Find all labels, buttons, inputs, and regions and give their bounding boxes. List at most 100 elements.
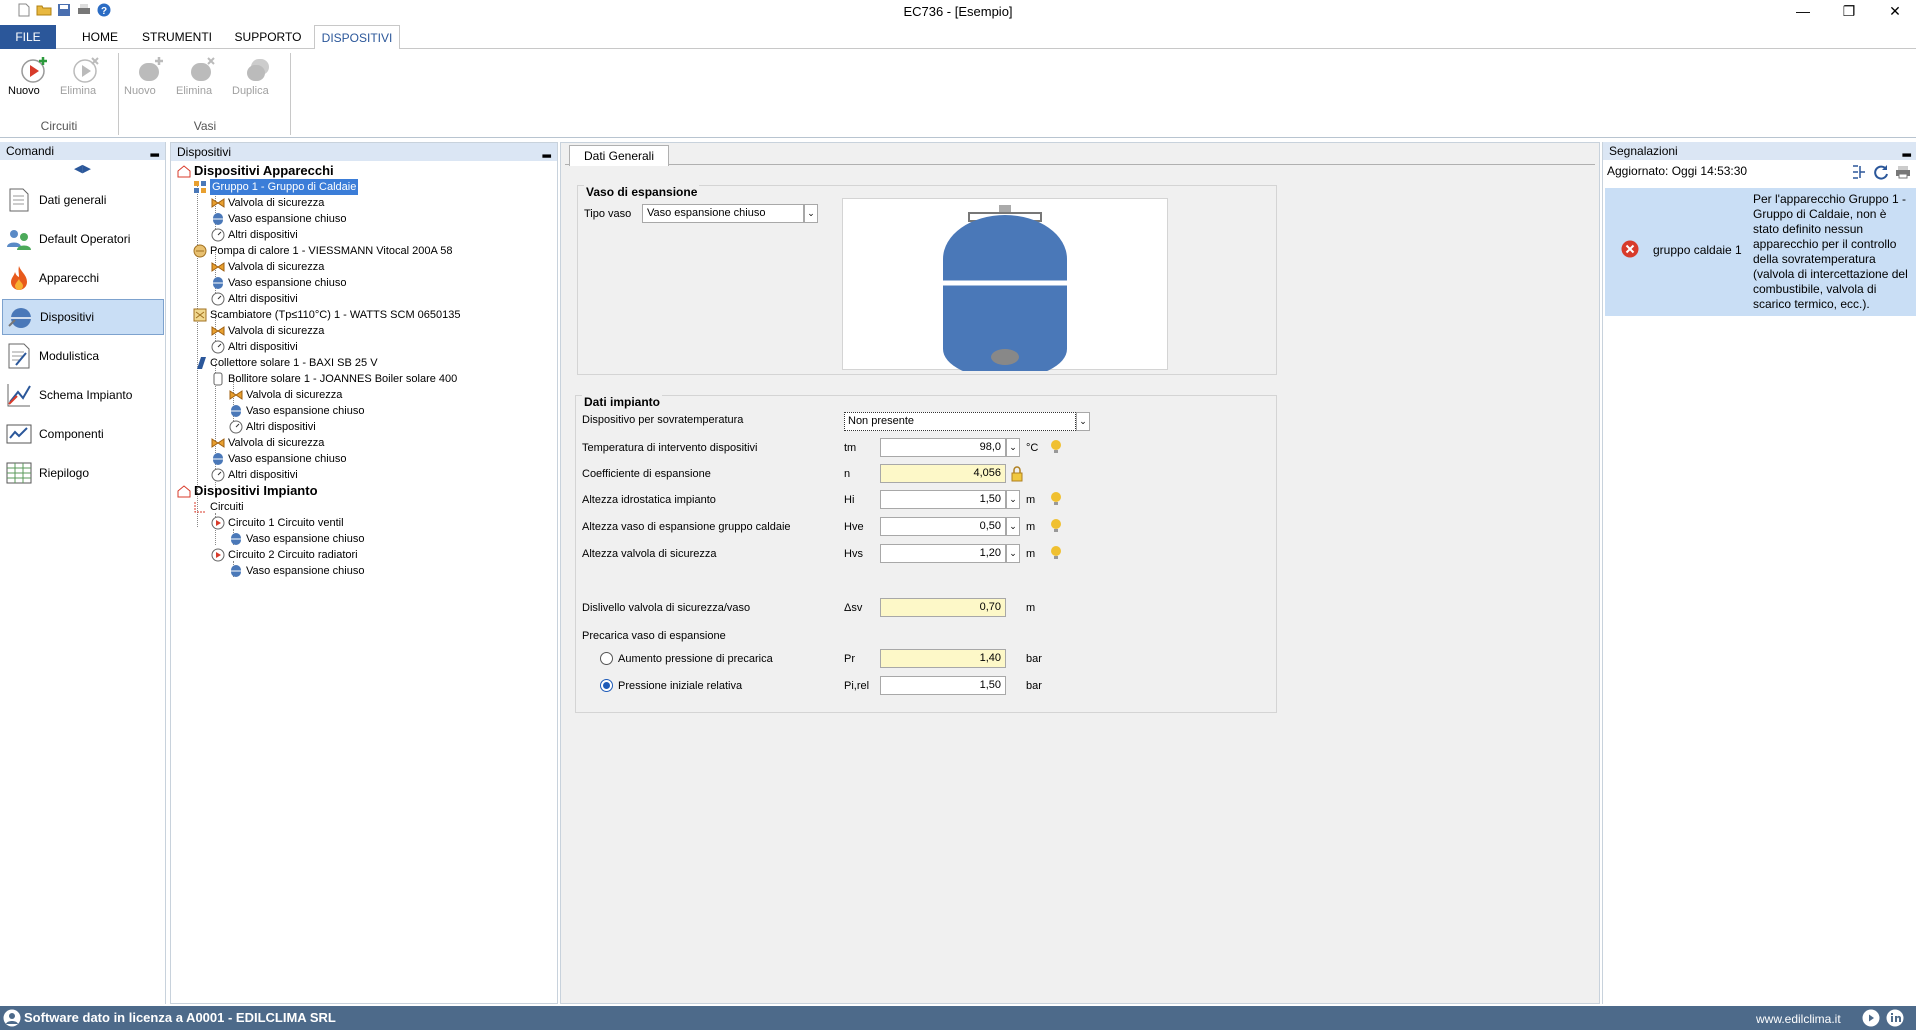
tm-input[interactable]: 98,0 xyxy=(880,438,1006,457)
tab-file[interactable]: FILE xyxy=(0,25,56,49)
radio-pressione-iniziale[interactable] xyxy=(600,679,613,692)
close-button[interactable]: ✕ xyxy=(1872,0,1916,22)
chevron-down-icon[interactable]: ⌄ xyxy=(1006,438,1020,457)
tree-node-collettore-solare[interactable]: Collettore solare 1 - BAXI SB 25 V xyxy=(193,355,378,371)
tab-home[interactable]: HOME xyxy=(70,25,130,49)
youtube-icon[interactable] xyxy=(1862,1009,1880,1027)
cmd-modulistica[interactable]: Modulistica xyxy=(2,338,164,374)
minimize-button[interactable]: — xyxy=(1780,0,1826,22)
schema-icon xyxy=(5,381,33,409)
duplica-vaso-button[interactable]: Duplica xyxy=(232,55,284,107)
sovratemperatura-select[interactable]: Non presente xyxy=(844,412,1076,431)
chevron-down-icon[interactable]: ⌄ xyxy=(1076,412,1090,431)
pin-icon[interactable]: ▂ xyxy=(543,143,551,161)
tree-node-bollitore-solare[interactable]: Bollitore solare 1 - JOANNES Boiler sola… xyxy=(211,371,457,387)
valve-icon xyxy=(229,388,243,402)
pin-icon[interactable]: ▂ xyxy=(151,142,159,160)
tree-node-valvola[interactable]: Valvola di sicurezza xyxy=(211,259,324,275)
tree-node-altri[interactable]: Altri dispositivi xyxy=(211,339,298,355)
boiler-group-icon xyxy=(193,180,207,194)
tree-node-vaso[interactable]: Vaso espansione chiuso xyxy=(211,451,346,467)
tree-node-pompa-calore[interactable]: Pompa di calore 1 - VIESSMANN Vitocal 20… xyxy=(193,243,453,259)
restore-button[interactable]: ❐ xyxy=(1826,0,1872,22)
status-bar: Software dato in licenza a A0001 - EDILC… xyxy=(0,1006,1916,1030)
chevron-down-icon[interactable]: ⌄ xyxy=(1006,544,1020,563)
cmd-default-operatori[interactable]: Default Operatori xyxy=(2,221,164,257)
chevron-down-icon[interactable]: ⌄ xyxy=(804,204,818,223)
tab-supporto[interactable]: SUPPORTO xyxy=(226,25,310,49)
new-circuit-icon xyxy=(21,57,47,83)
lock-icon[interactable] xyxy=(1010,466,1024,482)
chevron-down-icon[interactable]: ⌄ xyxy=(1006,490,1020,509)
collapse-panel-icon[interactable]: ◀▶ xyxy=(74,162,91,175)
cmd-riepilogo[interactable]: Riepilogo xyxy=(2,455,164,491)
dsv-input[interactable]: 0,70 xyxy=(880,598,1006,617)
hi-input[interactable]: 1,50 xyxy=(880,490,1006,509)
tree-view-icon[interactable] xyxy=(1851,164,1867,180)
tree-node-vaso[interactable]: Vaso espansione chiuso xyxy=(211,211,346,227)
tree-root-apparecchi[interactable]: Dispositivi Apparecchi xyxy=(177,163,334,179)
house-icon xyxy=(177,484,191,498)
vessel-illustration xyxy=(842,198,1168,379)
tree-node-altri[interactable]: Altri dispositivi xyxy=(211,227,298,243)
tree-node-vaso[interactable]: Vaso espansione chiuso xyxy=(229,531,364,547)
cmd-apparecchi[interactable]: Apparecchi xyxy=(2,260,164,296)
elimina-circuito-button[interactable]: Elimina xyxy=(60,55,112,107)
tree-node-altri[interactable]: Altri dispositivi xyxy=(229,419,316,435)
cmd-dispositivi[interactable]: Dispositivi xyxy=(2,299,164,335)
row-label: Altezza vaso di espansione gruppo caldai… xyxy=(582,521,791,533)
pr-input[interactable]: 1,40 xyxy=(880,649,1006,668)
hve-input[interactable]: 0,50 xyxy=(880,517,1006,536)
elimina-vaso-button[interactable]: Elimina xyxy=(176,55,228,107)
duplicate-vessel-icon xyxy=(247,59,269,81)
lightbulb-icon[interactable] xyxy=(1050,519,1062,533)
linkedin-icon[interactable] xyxy=(1886,1009,1904,1027)
tree-node-vaso[interactable]: Vaso espansione chiuso xyxy=(229,403,364,419)
tree-header: Dispositivi ▂ xyxy=(171,143,557,161)
tab-dati-generali[interactable]: Dati Generali xyxy=(569,145,669,166)
valve-icon xyxy=(211,260,225,274)
lightbulb-icon[interactable] xyxy=(1050,546,1062,560)
tree-node-circuiti[interactable]: Circuiti xyxy=(193,499,244,515)
house-icon xyxy=(177,164,191,178)
tree-node-vaso[interactable]: Vaso espansione chiuso xyxy=(229,563,364,579)
tree-node-valvola[interactable]: Valvola di sicurezza xyxy=(211,323,324,339)
radio-aumento-pressione[interactable] xyxy=(600,652,613,665)
pin-icon[interactable]: ▂ xyxy=(1903,142,1911,160)
lightbulb-icon[interactable] xyxy=(1050,440,1062,454)
chevron-down-icon[interactable]: ⌄ xyxy=(1006,517,1020,536)
tree-node-altri[interactable]: Altri dispositivi xyxy=(211,291,298,307)
tab-dispositivi[interactable]: DISPOSITIVI xyxy=(314,25,400,50)
cmd-dati-generali[interactable]: Dati generali xyxy=(2,182,164,218)
tab-strumenti[interactable]: STRUMENTI xyxy=(136,25,218,49)
nuovo-circuito-button[interactable]: Nuovo xyxy=(8,55,60,107)
tree-node-valvola[interactable]: Valvola di sicurezza xyxy=(211,435,324,451)
n-input[interactable]: 4,056 xyxy=(880,464,1006,483)
lightbulb-icon[interactable] xyxy=(1050,492,1062,506)
nuovo-vaso-button[interactable]: Nuovo xyxy=(124,55,176,107)
row-unit: m xyxy=(1026,494,1036,506)
website-link[interactable]: www.edilclima.it xyxy=(1756,1012,1841,1026)
tree-node-vaso[interactable]: Vaso espansione chiuso xyxy=(211,275,346,291)
tree-node-altri[interactable]: Altri dispositivi xyxy=(211,467,298,483)
refresh-icon[interactable] xyxy=(1873,164,1889,180)
alert-item[interactable]: gruppo caldaie 1 Per l'apparecchio Grupp… xyxy=(1605,188,1916,316)
tree-node-valvola[interactable]: Valvola di sicurezza xyxy=(229,387,342,403)
vessel-icon xyxy=(229,532,243,546)
cmd-componenti[interactable]: Componenti xyxy=(2,416,164,452)
tree-node-gruppo-caldaie[interactable]: Gruppo 1 - Gruppo di Caldaie xyxy=(193,179,359,195)
hvs-input[interactable]: 1,20 xyxy=(880,544,1006,563)
valve-icon xyxy=(211,324,225,338)
tree-root-impianto[interactable]: Dispositivi Impianto xyxy=(177,483,318,499)
cmd-schema-impianto[interactable]: Schema Impianto xyxy=(2,377,164,413)
tree-node-valvola[interactable]: Valvola di sicurezza xyxy=(211,195,324,211)
pirel-input[interactable]: 1,50 xyxy=(880,676,1006,695)
comandi-header: Comandi ▂ xyxy=(0,142,165,160)
row-label: Altezza idrostatica impianto xyxy=(582,494,716,506)
tree-node-circuito-1[interactable]: Circuito 1 Circuito ventil xyxy=(211,515,344,531)
print-icon[interactable] xyxy=(1895,164,1911,180)
tipo-vaso-select[interactable]: Vaso espansione chiuso xyxy=(642,204,804,223)
tree-node-scambiatore[interactable]: Scambiatore (Tp≤110°C) 1 - WATTS SCM 065… xyxy=(193,307,461,323)
error-icon xyxy=(1621,240,1639,258)
tree-node-circuito-2[interactable]: Circuito 2 Circuito radiatori xyxy=(211,547,358,563)
